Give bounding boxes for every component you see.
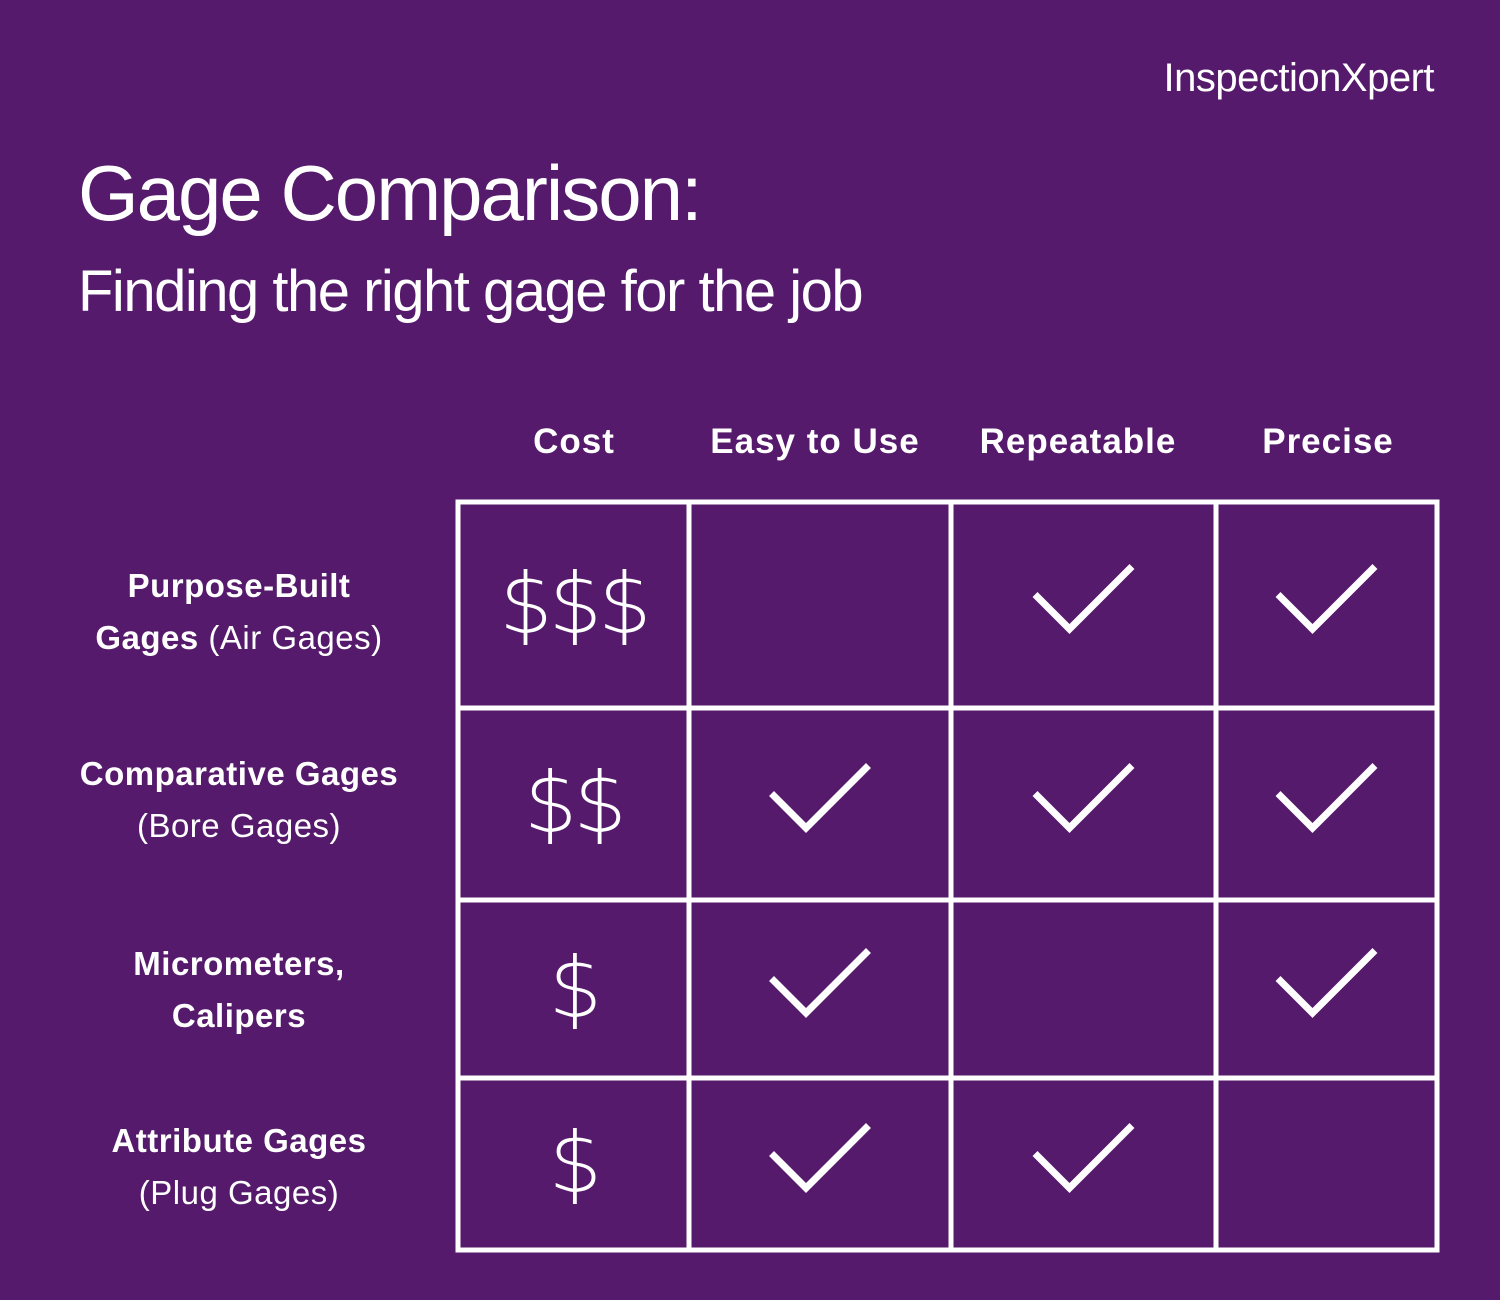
- checkmark-icon: [769, 948, 871, 1018]
- checkmark-icon: [1032, 1123, 1135, 1193]
- comparison-table: $$$$$$$: [455, 499, 1440, 1253]
- checkmark-icon: [1032, 564, 1135, 634]
- checkmark-icon: [1275, 564, 1378, 634]
- checkmark-icon: [769, 763, 871, 833]
- checkmark-icon: [769, 1123, 871, 1193]
- checkmark-icon: [1275, 948, 1378, 1018]
- cost-dollar-signs: $: [549, 1114, 598, 1212]
- checkmark-icon: [1032, 763, 1135, 833]
- cost-dollar-signs: $$$: [499, 555, 647, 653]
- cost-dollar-signs: $: [549, 939, 598, 1037]
- cost-dollar-signs: $$: [524, 754, 623, 852]
- checkmark-icon: [1275, 763, 1378, 833]
